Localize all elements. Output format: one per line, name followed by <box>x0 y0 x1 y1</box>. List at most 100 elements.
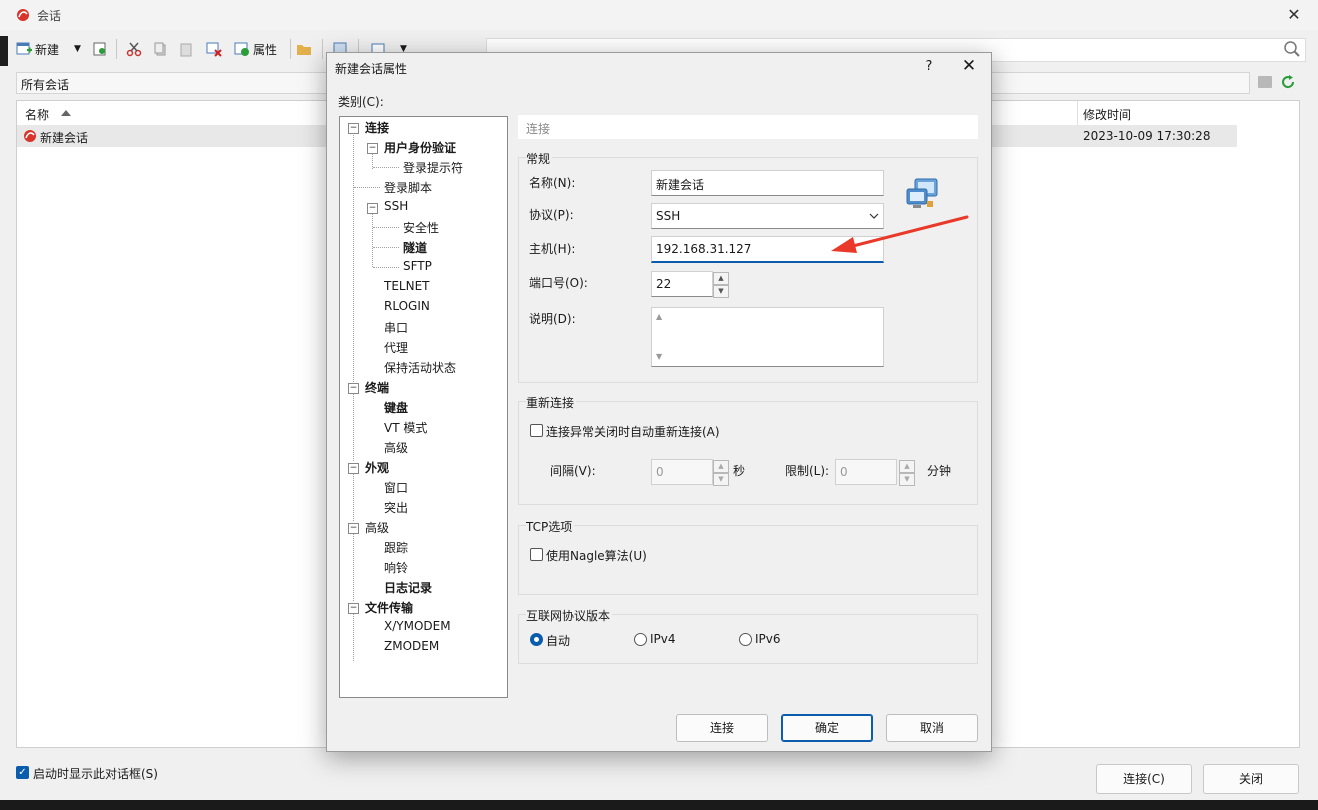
paste-icon[interactable] <box>178 41 194 57</box>
collapse-toggle-icon[interactable]: − <box>348 463 359 474</box>
tree-item-zmodem[interactable]: ZMODEM <box>384 639 439 653</box>
search-icon[interactable] <box>1283 40 1301 58</box>
collapse-toggle-icon[interactable]: − <box>348 123 359 134</box>
tree-item-appearance[interactable]: 外观 <box>365 459 389 476</box>
port-decrement-button[interactable]: ▼ <box>713 285 729 298</box>
interval-decrement-button[interactable]: ▼ <box>713 473 729 486</box>
folder-icon[interactable] <box>296 41 312 57</box>
column-header-name[interactable]: 名称 <box>25 106 49 123</box>
tree-item-security[interactable]: 安全性 <box>403 219 439 236</box>
tree-item-tunnel[interactable]: 隧道 <box>403 239 427 256</box>
new-folder-icon[interactable] <box>1258 76 1272 88</box>
tree-item-ssh[interactable]: SSH <box>384 199 408 213</box>
new-dropdown-button[interactable]: ▼ <box>74 36 81 62</box>
collapse-toggle-icon[interactable]: − <box>348 603 359 614</box>
scroll-up-icon[interactable]: ▲ <box>656 312 880 321</box>
new-session-button[interactable]: 新建 <box>16 36 59 62</box>
tree-item-xymodem[interactable]: X/YMODEM <box>384 619 451 633</box>
collapse-toggle-icon[interactable]: − <box>348 523 359 534</box>
interval-input[interactable]: 0 <box>651 459 713 485</box>
collapse-toggle-icon[interactable]: − <box>348 383 359 394</box>
caret-down-icon: ▼ <box>74 44 81 54</box>
tree-item-logging[interactable]: 日志记录 <box>384 579 432 596</box>
ip-auto-label: 自动 <box>546 634 571 648</box>
port-increment-button[interactable]: ▲ <box>713 272 729 285</box>
connect-button[interactable]: 连接 <box>676 714 768 742</box>
import-icon[interactable] <box>92 41 108 57</box>
protocol-label: 协议(P): <box>529 208 574 222</box>
properties-label: 属性 <box>253 42 278 57</box>
properties-button[interactable]: 属性 <box>234 36 277 62</box>
limit-input[interactable]: 0 <box>835 459 897 485</box>
session-row-name: 新建会话 <box>40 131 89 145</box>
ip-auto-radio[interactable] <box>530 633 543 646</box>
collapse-toggle-icon[interactable]: − <box>367 203 378 214</box>
limit-value: 0 <box>840 465 848 479</box>
limit-decrement-button[interactable]: ▼ <box>899 473 915 486</box>
refresh-icon[interactable] <box>1280 74 1296 90</box>
toolbar-separator <box>290 39 291 59</box>
interval-increment-button[interactable]: ▲ <box>713 460 729 473</box>
tree-item-connection[interactable]: 连接 <box>365 119 389 136</box>
description-textarea[interactable]: ▲ ▼ <box>651 307 884 367</box>
tree-line <box>353 393 354 461</box>
port-input[interactable]: 22 <box>651 271 713 297</box>
copy-icon[interactable] <box>152 41 168 57</box>
dialog-close-button[interactable]: ✕ <box>959 56 979 76</box>
tree-item-advanced[interactable]: 高级 <box>365 519 389 536</box>
column-header-modified[interactable]: 修改时间 <box>1083 106 1131 123</box>
tree-item-terminal[interactable]: 终端 <box>365 379 389 396</box>
tree-item-trace[interactable]: 跟踪 <box>384 539 408 556</box>
ip-v6-radio[interactable] <box>739 633 752 646</box>
column-divider[interactable] <box>1077 101 1078 125</box>
tree-line <box>353 473 354 521</box>
reconnect-group <box>518 401 978 505</box>
toolbar-separator <box>116 39 117 59</box>
close-window-button[interactable]: ✕ <box>1284 5 1304 25</box>
session-window-titlebar: 会话 <box>0 0 1318 30</box>
show-on-start-checkbox[interactable]: ✓ <box>16 766 29 779</box>
network-computer-icon <box>906 178 938 208</box>
auto-reconnect-checkbox[interactable] <box>530 424 543 437</box>
tree-item-keepalive[interactable]: 保持活动状态 <box>384 359 456 376</box>
delete-icon[interactable] <box>206 41 222 57</box>
tree-item-rlogin[interactable]: RLOGIN <box>384 299 430 313</box>
tree-item-keyboard[interactable]: 键盘 <box>384 399 408 416</box>
tree-item-login-script[interactable]: 登录脚本 <box>384 179 432 196</box>
tree-item-login-prompt[interactable]: 登录提示符 <box>403 159 463 176</box>
interval-label: 间隔(V): <box>550 464 596 478</box>
tree-line <box>373 267 399 268</box>
collapse-toggle-icon[interactable]: − <box>367 143 378 154</box>
bg-connect-button[interactable]: 连接(C) <box>1096 764 1192 794</box>
help-button[interactable]: ? <box>919 57 939 77</box>
host-value: 192.168.31.127 <box>656 242 752 256</box>
nagle-checkbox[interactable] <box>530 548 543 561</box>
ip-v4-radio[interactable] <box>634 633 647 646</box>
reconnect-group-title: 重新连接 <box>526 394 577 411</box>
limit-increment-button[interactable]: ▲ <box>899 460 915 473</box>
tree-item-auth[interactable]: 用户身份验证 <box>384 139 456 156</box>
properties-icon <box>234 42 249 56</box>
tree-item-bell[interactable]: 响铃 <box>384 559 408 576</box>
tree-item-sftp[interactable]: SFTP <box>403 259 432 273</box>
tree-item-file-transfer[interactable]: 文件传输 <box>365 599 413 616</box>
tree-item-terminal-advanced[interactable]: 高级 <box>384 439 408 456</box>
cancel-button[interactable]: 取消 <box>886 714 978 742</box>
tree-item-telnet[interactable]: TELNET <box>384 279 430 293</box>
tree-item-serial[interactable]: 串口 <box>384 319 408 336</box>
tree-item-window[interactable]: 窗口 <box>384 479 408 496</box>
bg-close-button[interactable]: 关闭 <box>1203 764 1299 794</box>
session-row-modified: 2023-10-09 17:30:28 <box>1083 129 1211 143</box>
tree-item-proxy[interactable]: 代理 <box>384 339 408 356</box>
new-session-icon <box>16 42 32 55</box>
ok-button[interactable]: 确定 <box>781 714 873 742</box>
tree-item-vt-mode[interactable]: VT 模式 <box>384 419 427 436</box>
cut-icon[interactable] <box>126 41 142 57</box>
scroll-down-icon[interactable]: ▼ <box>656 352 880 361</box>
new-session-label: 新建 <box>35 42 60 57</box>
tree-line <box>353 613 354 661</box>
description-label: 说明(D): <box>529 312 576 326</box>
name-input[interactable]: 新建会话 <box>651 170 884 196</box>
tree-item-highlight[interactable]: 突出 <box>384 499 408 516</box>
name-label: 名称(N): <box>529 176 576 190</box>
